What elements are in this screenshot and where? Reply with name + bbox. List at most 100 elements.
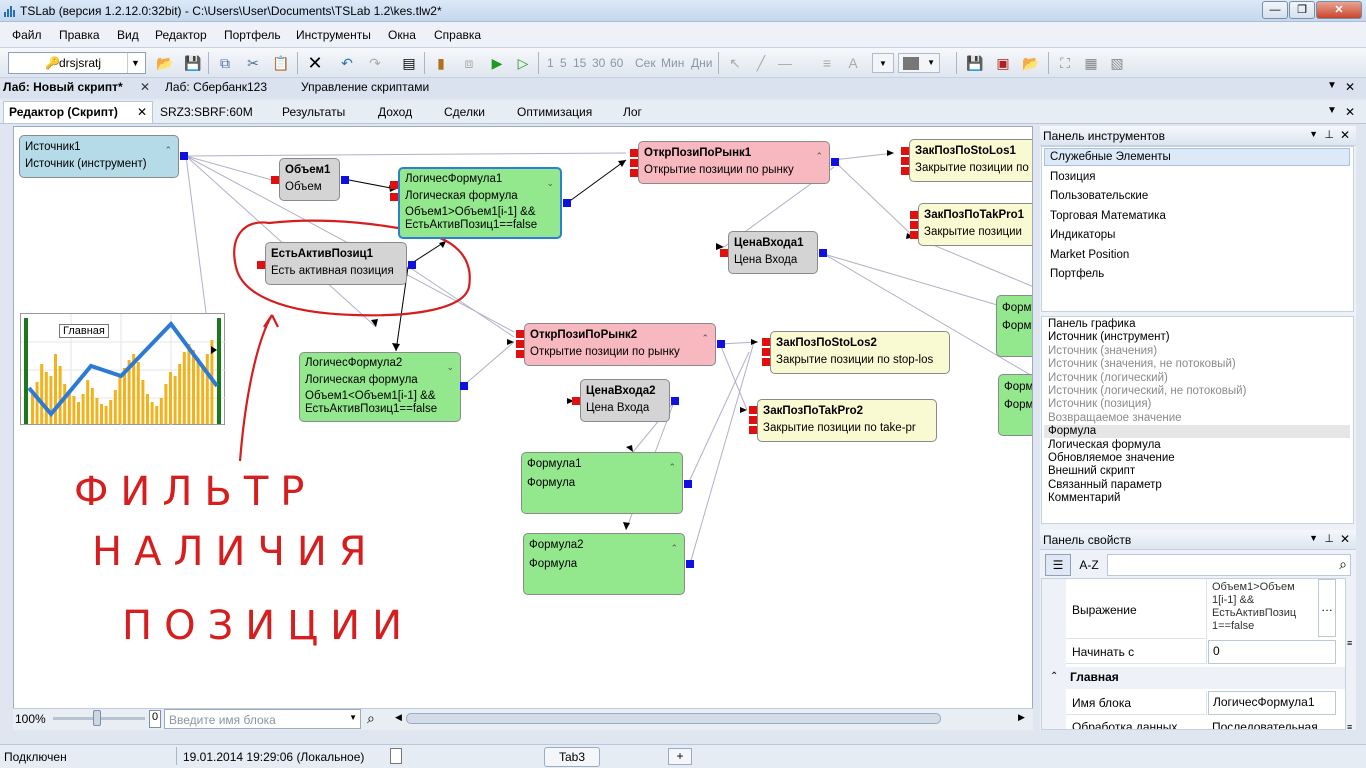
chevron-down-icon[interactable]: ▼	[127, 53, 143, 73]
tool-item[interactable]: Источник (значения)	[1048, 345, 1157, 357]
close-icon[interactable]: ✕	[1340, 128, 1350, 142]
maximize-button[interactable]: ❐	[1289, 1, 1315, 19]
copy-icon[interactable]: ⧉	[214, 52, 236, 74]
props-search-input[interactable]: ⌕	[1107, 554, 1351, 576]
node-has-active-position[interactable]: ЕстьАктивПозиц1 Есть активная позиция	[265, 242, 407, 285]
pin-icon[interactable]: ⊥	[1324, 532, 1334, 545]
node-entry-price1[interactable]: ЦенаВхода1 Цена Входа	[728, 231, 818, 274]
script-canvas[interactable]: ФИЛЬТР НАЛИЧИЯ ПОЗИЦИИ Источник1 Источни…	[13, 126, 1033, 730]
menu-windows[interactable]: Окна	[388, 28, 416, 42]
tool-item[interactable]: Источник (значения, не потоковый)	[1048, 358, 1236, 370]
node-formula-partial-a[interactable]: Форму Форму	[996, 295, 1032, 357]
prop-proc-value[interactable]: Последовательная	[1212, 720, 1318, 729]
delete-icon[interactable]: ✕	[304, 52, 326, 74]
node-formula-partial-b[interactable]: Форм Форм	[998, 374, 1032, 436]
run-icon[interactable]: ▶	[486, 52, 508, 74]
tool-item[interactable]: Комментарий	[1048, 492, 1120, 504]
node-formula1[interactable]: Формула1 Формула ⌃	[521, 452, 683, 514]
doc-tab-sber[interactable]: Лаб: Сбербанк123	[165, 80, 267, 94]
tool-item[interactable]: Обновляемое значение	[1048, 452, 1175, 464]
tool-item[interactable]: Панель графика	[1048, 318, 1135, 330]
node-open-market1[interactable]: ОткрПозиПоРынк1 Открытие позиции по рынк…	[638, 141, 830, 184]
tab-log[interactable]: Лог	[623, 105, 642, 119]
interval-30[interactable]: 30	[592, 56, 605, 70]
properties-icon[interactable]: ▤	[398, 52, 420, 74]
cursor-icon[interactable]: ↖	[724, 52, 746, 74]
panel-menu-icon[interactable]: ▼	[1309, 533, 1318, 543]
scroll-right-icon[interactable]: ▶	[1018, 712, 1025, 723]
node-chart-panel[interactable]: Главная	[20, 313, 226, 426]
tool-category-item[interactable]: Портфель	[1050, 268, 1104, 280]
user-combo[interactable]: 🔑 drsjsratj ▼	[8, 52, 146, 74]
add-tab-button[interactable]: +	[668, 748, 692, 765]
undo-icon[interactable]: ↶	[336, 52, 358, 74]
layout-icon[interactable]: ▧	[1106, 52, 1128, 74]
close-icon[interactable]: ✕	[1340, 532, 1350, 546]
tab-results[interactable]: Результаты	[282, 105, 345, 119]
tool-item[interactable]: Логическая формула	[1048, 439, 1161, 451]
expand-icon[interactable]: ⌄	[546, 173, 554, 193]
save-as-icon[interactable]: ▣	[992, 52, 1014, 74]
node-take-profit2[interactable]: ЗакПозПоTakPro2 Закрытие позиции по take…	[757, 399, 937, 442]
unit-days[interactable]: Дни	[691, 56, 712, 70]
menu-help[interactable]: Справка	[434, 28, 481, 42]
line-icon[interactable]: ╱	[750, 52, 772, 74]
menu-edit[interactable]: Правка	[59, 28, 100, 42]
collapse-icon[interactable]: ⌃	[815, 146, 823, 166]
tabs-menu-icon[interactable]: ▼	[1327, 105, 1337, 116]
node-logic2[interactable]: ЛогичесФормула2 Логическая формула Объем…	[299, 352, 461, 422]
open-layout-icon[interactable]: 📂	[1020, 52, 1042, 74]
node-source1[interactable]: Источник1 Источник (инструмент) ⌃	[19, 135, 179, 178]
unit-sec[interactable]: Сек	[635, 56, 656, 70]
categorized-icon[interactable]: ☰	[1045, 554, 1071, 576]
tool-category-item[interactable]: Market Position	[1050, 249, 1129, 261]
paste-icon[interactable]: 📋	[270, 52, 292, 74]
node-formula2[interactable]: Формула2 Формула ⌃	[523, 533, 685, 595]
doc-tab-scripts[interactable]: Управление скриптами	[301, 80, 429, 94]
style-combo[interactable]: ▼	[872, 53, 894, 73]
tab-optimization[interactable]: Оптимизация	[517, 105, 592, 119]
node-stop-loss1[interactable]: ЗакПозПоStoLos1 Закрытие позиции по	[909, 139, 1032, 182]
chart-icon[interactable]: ▮	[430, 52, 452, 74]
tab-tab3[interactable]: Tab3	[544, 747, 600, 767]
close-icon[interactable]: ✕	[140, 80, 150, 94]
doc-tab-new-script[interactable]: Лаб: Новый скрипт*	[3, 80, 123, 94]
network-icon[interactable]: ⧈	[458, 52, 480, 74]
menu-file[interactable]: Файл	[12, 28, 42, 42]
scroll-left-icon[interactable]: ◀	[395, 712, 402, 723]
binoculars-icon[interactable]: ⌕	[367, 710, 375, 727]
close-icon[interactable]: ✕	[137, 105, 147, 119]
redo-icon[interactable]: ↷	[364, 52, 386, 74]
node-volume1[interactable]: Объем1 Объем	[279, 158, 340, 201]
open-icon[interactable]: 📂	[154, 52, 176, 74]
chevron-down-icon[interactable]: ▼	[349, 713, 357, 722]
collapse-icon[interactable]: ⌃	[701, 328, 709, 348]
tool-category-item[interactable]: Индикаторы	[1050, 229, 1115, 241]
tab-editor[interactable]: Редактор (Скрипт)	[9, 105, 118, 119]
hline-icon[interactable]: —	[774, 52, 796, 74]
align-icon[interactable]: ≡	[816, 52, 838, 74]
close-icon[interactable]: ✕	[1345, 105, 1355, 119]
node-entry-price2[interactable]: ЦенаВхода2 Цена Входа	[580, 379, 670, 422]
close-doc-icon[interactable]: ✕	[1345, 80, 1355, 94]
collapse-icon[interactable]: ⌃	[670, 538, 678, 558]
menu-portfolio[interactable]: Портфель	[224, 28, 281, 42]
menu-tools[interactable]: Инструменты	[296, 28, 371, 42]
tool-item[interactable]: Источник (логический)	[1048, 372, 1168, 384]
save-icon[interactable]: 💾	[182, 52, 204, 74]
horizontal-scrollbar[interactable]	[406, 713, 941, 724]
interval-15[interactable]: 15	[573, 56, 586, 70]
tab-chart[interactable]: SRZ3:SBRF:60M	[160, 105, 253, 119]
tool-item[interactable]: Формула	[1048, 425, 1096, 437]
interval-1[interactable]: 1	[547, 56, 554, 70]
close-button[interactable]: ✕	[1316, 1, 1362, 19]
minimize-button[interactable]: —	[1262, 1, 1288, 19]
expression-edit-button[interactable]: …	[1318, 579, 1336, 637]
node-stop-loss2[interactable]: ЗакПозПоStoLos2 Закрытие позиции по stop…	[770, 331, 950, 374]
tool-item[interactable]: Источник (логический, не потоковый)	[1048, 385, 1246, 397]
grid-icon[interactable]: ▦	[1080, 52, 1102, 74]
node-open-market2[interactable]: ОткрПозиПоРынк2 Открытие позиции по рынк…	[524, 323, 716, 366]
tool-item[interactable]: Источник (позиция)	[1048, 398, 1151, 410]
save-layout-icon[interactable]: 💾	[964, 52, 986, 74]
collapse-icon[interactable]: ⌃	[164, 140, 172, 160]
